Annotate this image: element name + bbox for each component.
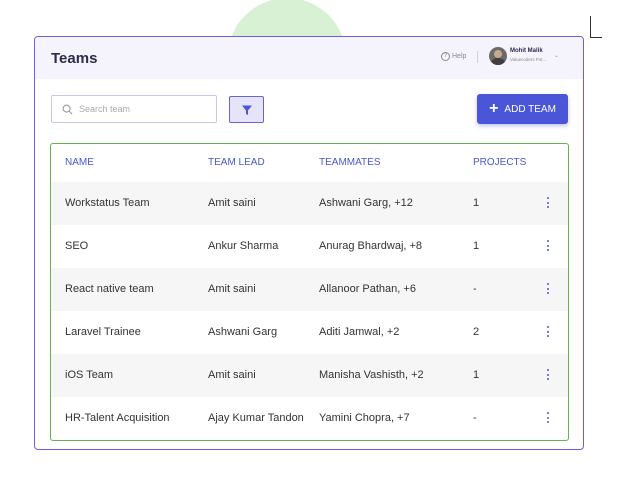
team-lead: Amit saini — [208, 369, 256, 381]
projects-count: 2 — [473, 326, 480, 338]
projects-count: 1 — [473, 197, 480, 209]
teammates: Manisha Vashisth, +2 — [319, 369, 424, 381]
avatar[interactable] — [489, 47, 507, 65]
plus-icon: + — [489, 100, 499, 117]
teams-table: NAME TEAM LEAD TEAMMATES PROJECTS Workst… — [50, 143, 569, 441]
search-box[interactable] — [51, 95, 217, 123]
search-icon — [62, 104, 73, 114]
more-options-icon[interactable] — [547, 326, 550, 337]
table-row[interactable]: Laravel Trainee Ashwani Garg Aditi Jamwa… — [51, 311, 568, 354]
table-header: NAME TEAM LEAD TEAMMATES PROJECTS — [51, 144, 568, 182]
help-label: Help — [452, 53, 467, 60]
teams-card: Teams ? Help Mohit Malik Valuecoders Pvt… — [34, 36, 584, 450]
teammates: Anurag Bhardwaj, +8 — [319, 240, 423, 252]
column-header-name[interactable]: NAME — [65, 157, 94, 168]
more-options-icon[interactable] — [547, 369, 550, 380]
filter-button[interactable] — [229, 96, 264, 123]
team-lead: Amit saini — [208, 197, 256, 209]
table-row[interactable]: SEO Ankur Sharma Anurag Bhardwaj, +8 1 — [51, 225, 568, 268]
search-input[interactable] — [79, 104, 209, 114]
question-circle-icon: ? — [441, 52, 450, 61]
more-options-icon[interactable] — [547, 240, 550, 251]
help-link[interactable]: ? Help — [441, 52, 466, 61]
projects-count: - — [473, 412, 477, 424]
column-header-team-lead[interactable]: TEAM LEAD — [208, 157, 265, 168]
team-name: iOS Team — [65, 369, 114, 381]
column-header-projects[interactable]: PROJECTS — [473, 157, 526, 168]
filter-funnel-icon — [241, 105, 252, 115]
table-row[interactable]: iOS Team Amit saini Manisha Vashisth, +2… — [51, 354, 568, 397]
team-name: SEO — [65, 240, 89, 252]
team-name: Workstatus Team — [65, 197, 150, 209]
add-team-label: ADD TEAM — [504, 103, 556, 115]
column-header-teammates[interactable]: TEAMMATES — [319, 157, 380, 168]
corner-mark — [586, 16, 602, 42]
more-options-icon[interactable] — [547, 283, 550, 294]
team-lead: Ashwani Garg — [208, 326, 278, 338]
card-header: Teams ? Help Mohit Malik Valuecoders Pvt… — [35, 37, 583, 79]
team-lead: Amit saini — [208, 283, 256, 295]
teammates: Aditi Jamwal, +2 — [319, 326, 400, 338]
page-title: Teams — [51, 50, 98, 67]
teammates: Allanoor Pathan, +6 — [319, 283, 416, 295]
teammates: Yamini Chopra, +7 — [319, 412, 410, 424]
add-team-button[interactable]: + ADD TEAM — [477, 94, 568, 124]
teammates: Ashwani Garg, +12 — [319, 197, 413, 209]
more-options-icon[interactable] — [547, 412, 550, 423]
team-name: React native team — [65, 283, 154, 295]
more-options-icon[interactable] — [547, 197, 550, 208]
projects-count: 1 — [473, 369, 480, 381]
table-row[interactable]: HR-Talent Acquisition Ajay Kumar Tandon … — [51, 397, 568, 440]
header-divider — [477, 51, 478, 63]
table-row[interactable]: React native team Amit saini Allanoor Pa… — [51, 268, 568, 311]
user-company: Valuecoders Pvt... — [510, 57, 547, 62]
team-name: Laravel Trainee — [65, 326, 141, 338]
projects-count: - — [473, 283, 477, 295]
projects-count: 1 — [473, 240, 480, 252]
team-lead: Ankur Sharma — [208, 240, 279, 252]
chevron-down-icon[interactable]: ⌄ — [554, 52, 559, 59]
team-name: HR-Talent Acquisition — [65, 412, 170, 424]
user-name: Mohit Malik — [510, 48, 543, 54]
team-lead: Ajay Kumar Tandon — [208, 412, 304, 424]
table-row[interactable]: Workstatus Team Amit saini Ashwani Garg,… — [51, 182, 568, 225]
